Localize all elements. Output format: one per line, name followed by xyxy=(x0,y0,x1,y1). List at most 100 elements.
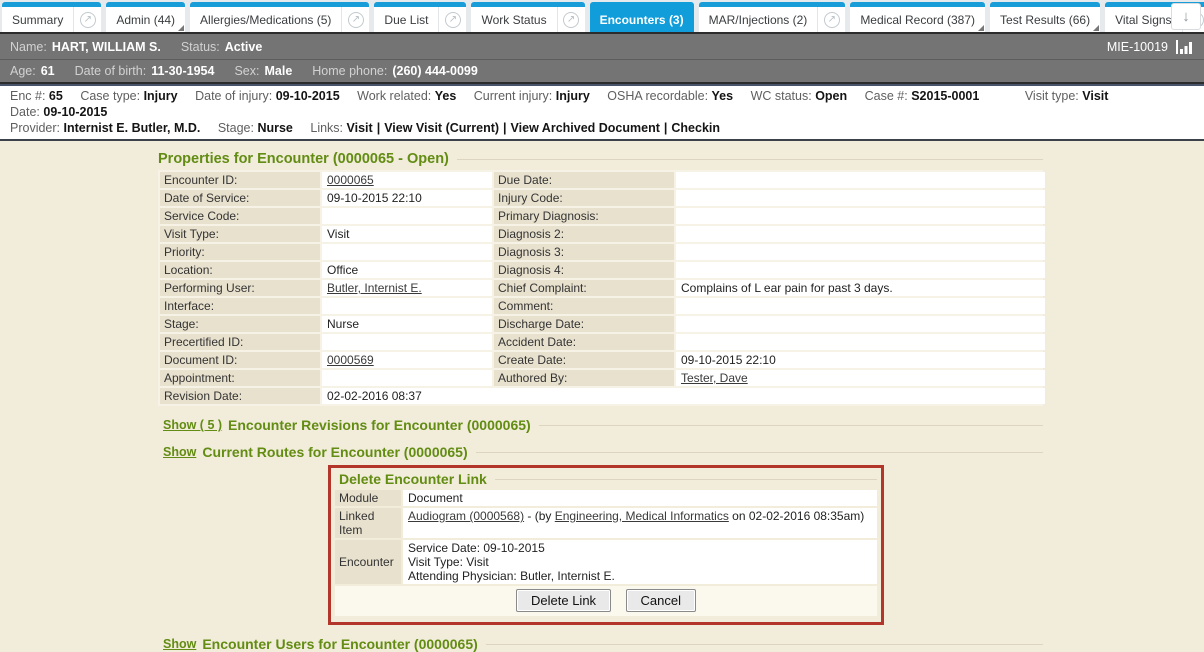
tab-due-list[interactable]: Due List ↗ xyxy=(374,2,466,32)
date-of-injury: Date of injury: 09-10-2015 xyxy=(195,88,340,104)
popout-button[interactable]: ↗ xyxy=(438,7,466,32)
popout-arrow-icon: ↗ xyxy=(445,12,461,28)
link-checkin[interactable]: Checkin xyxy=(671,121,720,135)
prop-value: Visit xyxy=(322,226,492,242)
current-injury: Current injury: Injury xyxy=(474,88,590,104)
prop-label: Discharge Date: xyxy=(494,316,674,332)
visit-date: Date: 09-10-2015 xyxy=(10,104,107,120)
module-label: Module xyxy=(335,490,401,506)
link-view-archived-document[interactable]: View Archived Document xyxy=(511,121,660,135)
prop-value xyxy=(322,244,492,260)
patient-age: 61 xyxy=(41,64,55,78)
prop-label: Date of Service: xyxy=(160,190,320,206)
delete-encounter-link-dialog: Delete Encounter Link Module Document Li… xyxy=(328,465,884,625)
linked-document-link[interactable]: Audiogram (0000568) xyxy=(408,509,524,523)
prop-value-encounter-id: 0000065 xyxy=(322,172,492,188)
prop-label: Create Date: xyxy=(494,352,674,368)
tab-medical-record[interactable]: Medical Record (387) xyxy=(850,2,985,32)
delete-dialog-table: Module Document Linked Item Audiogram (0… xyxy=(335,490,877,584)
popout-button[interactable]: ↗ xyxy=(73,7,101,32)
performing-user-link[interactable]: Butler, Internist E. xyxy=(327,281,422,295)
enc-number: Enc #: 65 xyxy=(10,88,63,104)
link-view-visit-current[interactable]: View Visit (Current) xyxy=(384,121,499,135)
prop-value-chief-complaint: Complains of L ear pain for past 3 days. xyxy=(676,280,1045,296)
tab-admin[interactable]: Admin (44) xyxy=(106,2,185,32)
tab-allergies-medications[interactable]: Allergies/Medications (5) ↗ xyxy=(190,2,369,32)
submenu-corner-icon xyxy=(178,25,184,31)
authored-by-link[interactable]: Tester, Dave xyxy=(681,371,748,385)
heading-rule xyxy=(457,159,1043,160)
links-label: Links: xyxy=(310,121,343,135)
show-revisions-link[interactable]: Show ( 5 ) xyxy=(163,418,222,432)
heading-rule xyxy=(495,479,877,480)
prop-label: Accident Date: xyxy=(494,334,674,350)
heading-rule xyxy=(486,644,1043,645)
popout-button[interactable]: ↗ xyxy=(817,7,845,32)
prop-value-authored-by: Tester, Dave xyxy=(676,370,1045,386)
tab-test-results[interactable]: Test Results (66) xyxy=(990,2,1100,32)
tab-label: Due List xyxy=(374,13,438,27)
link-separator: | xyxy=(377,121,381,135)
show-users-link[interactable]: Show xyxy=(163,637,196,651)
dialog-footer-spacer xyxy=(335,616,877,622)
encounter-info-line1: Enc #: 65 Case type: Injury Date of inju… xyxy=(10,88,1194,120)
tab-summary[interactable]: Summary ↗ xyxy=(2,2,101,32)
encounter-info-line2: Provider: Internist E. Butler, M.D. Stag… xyxy=(10,120,1194,136)
osha-recordable: OSHA recordable: Yes xyxy=(607,88,733,104)
tab-work-status[interactable]: Work Status ↗ xyxy=(471,2,584,32)
prop-label: Stage: xyxy=(160,316,320,332)
prop-label: Appointment: xyxy=(160,370,320,386)
prop-label: Due Date: xyxy=(494,172,674,188)
linked-item-value: Audiogram (0000568) - (by Engineering, M… xyxy=(403,508,877,538)
prop-label: Priority: xyxy=(160,244,320,260)
tab-scroll-down-button[interactable]: ↓ xyxy=(1171,3,1201,30)
prop-value: 09-10-2015 22:10 xyxy=(676,352,1045,368)
popout-arrow-icon: ↗ xyxy=(80,12,96,28)
routes-title: Current Routes for Encounter (0000065) xyxy=(202,444,467,460)
patient-home-phone: (260) 444-0099 xyxy=(392,64,477,78)
tab-encounters[interactable]: Encounters (3) xyxy=(590,2,694,32)
delete-dialog-title: Delete Encounter Link xyxy=(339,471,877,487)
link-separator: | xyxy=(664,121,668,135)
prop-value: 09-10-2015 22:10 xyxy=(322,190,492,206)
cancel-button[interactable]: Cancel xyxy=(626,589,696,612)
link-separator: | xyxy=(503,121,507,135)
prop-value-document-id: 0000569 xyxy=(322,352,492,368)
properties-table: Encounter ID: 0000065 Due Date: Date of … xyxy=(160,172,1041,404)
stage: Stage: Nurse xyxy=(218,120,293,136)
prop-label: Diagnosis 4: xyxy=(494,262,674,278)
prop-value xyxy=(676,244,1045,260)
tab-mar-injections[interactable]: MAR/Injections (2) ↗ xyxy=(699,2,846,32)
document-id-link[interactable]: 0000569 xyxy=(327,353,374,367)
bar-chart-icon[interactable] xyxy=(1176,40,1194,54)
down-arrow-icon: ↓ xyxy=(1182,8,1190,25)
popout-button[interactable]: ↗ xyxy=(557,7,585,32)
popout-button[interactable]: ↗ xyxy=(341,7,369,32)
linked-user-link[interactable]: Engineering, Medical Informatics xyxy=(555,509,729,523)
show-routes-link[interactable]: Show xyxy=(163,445,196,459)
name-label: Name: xyxy=(10,40,47,54)
prop-label: Location: xyxy=(160,262,320,278)
prop-value xyxy=(322,334,492,350)
prop-value xyxy=(676,316,1045,332)
prop-value xyxy=(322,208,492,224)
prop-value: Nurse xyxy=(322,316,492,332)
patient-name: HART, WILLIAM S. xyxy=(52,40,161,54)
delete-link-button[interactable]: Delete Link xyxy=(516,589,611,612)
routes-section-header: Show Current Routes for Encounter (00000… xyxy=(163,444,1043,460)
tab-label: Work Status xyxy=(471,13,556,27)
patient-tab-bar: Summary ↗ Admin (44) Allergies/Medicatio… xyxy=(0,0,1204,32)
link-visit[interactable]: Visit xyxy=(347,121,373,135)
encounter-id-link[interactable]: 0000065 xyxy=(327,173,374,187)
home-phone-label: Home phone: xyxy=(312,64,387,78)
properties-heading: Properties for Encounter (0000065 - Open… xyxy=(158,151,1043,167)
prop-value: Office xyxy=(322,262,492,278)
tab-label: Allergies/Medications (5) xyxy=(190,13,341,27)
tab-label: Medical Record (387) xyxy=(850,13,985,27)
prop-label: Injury Code: xyxy=(494,190,674,206)
encounter-label: Encounter xyxy=(335,540,401,584)
patient-demographics-bar: Age: 61 Date of birth: 11-30-1954 Sex: M… xyxy=(0,59,1204,84)
users-title: Encounter Users for Encounter (0000065) xyxy=(202,636,477,652)
tab-label: Admin (44) xyxy=(106,13,185,27)
linked-item-label: Linked Item xyxy=(335,508,401,538)
